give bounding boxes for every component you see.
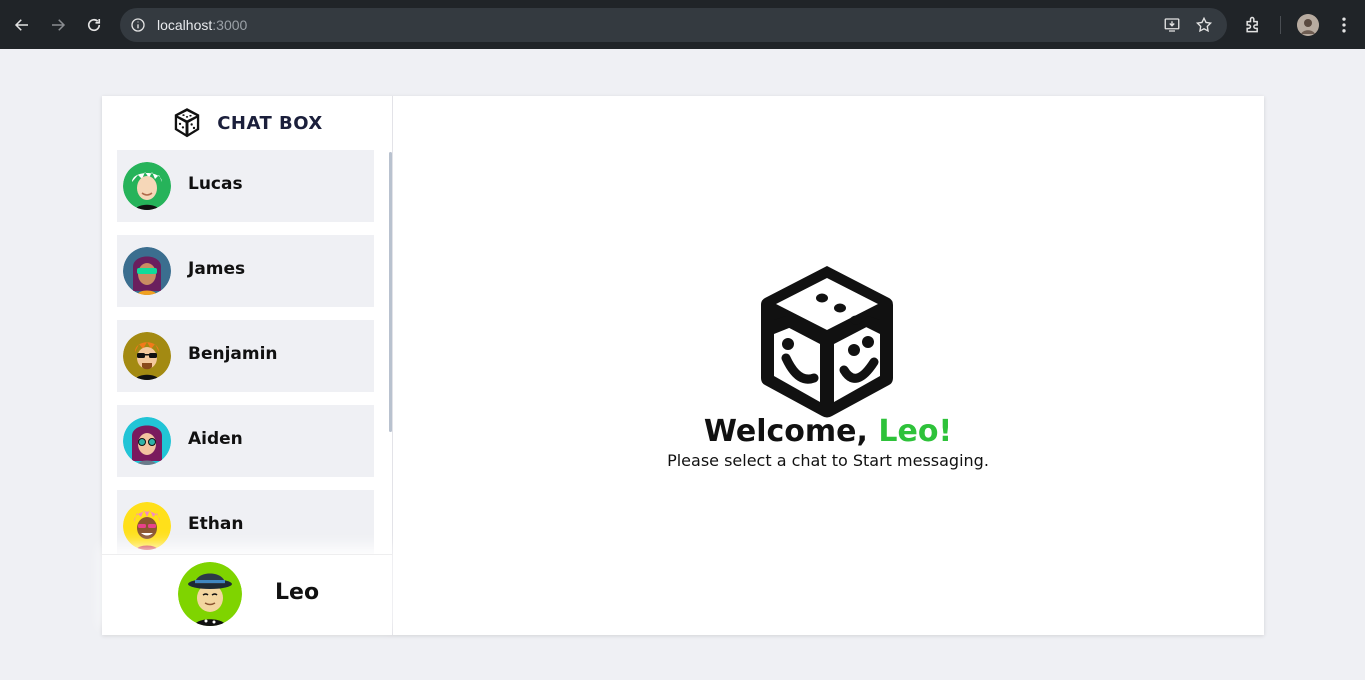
brand-header: CHAT BOX — [102, 96, 392, 150]
avatar — [123, 247, 171, 295]
welcome-user-name: Leo! — [878, 414, 953, 449]
contact-item-aiden[interactable]: Aiden — [117, 405, 374, 477]
avatar — [123, 417, 171, 465]
welcome-heading: Welcome, Leo! — [393, 414, 1263, 449]
dice-logo-icon — [174, 108, 200, 138]
back-arrow-icon[interactable] — [4, 7, 40, 43]
forward-arrow-icon[interactable] — [40, 7, 76, 43]
browser-toolbar: localhost:3000 — [0, 0, 1365, 49]
welcome-subtitle: Please select a chat to Start messaging. — [667, 451, 989, 470]
welcome-greeting: Welcome, — [703, 414, 868, 449]
contact-item-lucas[interactable]: Lucas — [117, 150, 374, 222]
contact-item-benjamin[interactable]: Benjamin — [117, 320, 374, 392]
sidebar: CHAT BOX Lucas James Benjamin Aiden Etha… — [102, 96, 393, 635]
contact-item-ethan[interactable]: Ethan — [117, 490, 374, 554]
contact-list[interactable]: Lucas James Benjamin Aiden Ethan — [102, 150, 392, 554]
contact-name: Benjamin — [188, 344, 278, 364]
more-menu-icon[interactable] — [1334, 15, 1354, 35]
contact-item-james[interactable]: James — [117, 235, 374, 307]
address-bar[interactable]: localhost:3000 — [120, 8, 1227, 42]
profile-avatar[interactable] — [1297, 14, 1319, 36]
current-user-name: Leo — [275, 580, 320, 605]
reload-icon[interactable] — [76, 7, 112, 43]
current-user-panel[interactable]: Leo — [102, 554, 392, 635]
dice-welcome-icon — [761, 266, 893, 418]
chat-app-card: CHAT BOX Lucas James Benjamin Aiden Etha… — [102, 96, 1264, 635]
url-port: :3000 — [212, 17, 248, 33]
chat-main-panel: Welcome, Leo! Please select a chat to St… — [393, 96, 1264, 635]
url-text: localhost:3000 — [157, 17, 247, 33]
contact-name: Lucas — [188, 174, 243, 194]
avatar — [123, 502, 171, 550]
bookmark-star-icon[interactable] — [1195, 16, 1213, 34]
site-info-icon[interactable] — [130, 17, 146, 33]
url-host: localhost — [157, 17, 213, 33]
avatar — [123, 162, 171, 210]
contact-name: Ethan — [188, 514, 244, 534]
install-app-icon[interactable] — [1163, 16, 1181, 34]
contact-list-scrollbar[interactable] — [389, 152, 392, 432]
extensions-icon[interactable] — [1243, 15, 1263, 35]
brand-title: CHAT BOX — [217, 112, 323, 134]
avatar — [123, 332, 171, 380]
current-user-avatar[interactable] — [178, 562, 242, 626]
toolbar-divider — [1280, 16, 1281, 34]
contact-name: Aiden — [188, 429, 243, 449]
contact-name: James — [188, 259, 246, 279]
